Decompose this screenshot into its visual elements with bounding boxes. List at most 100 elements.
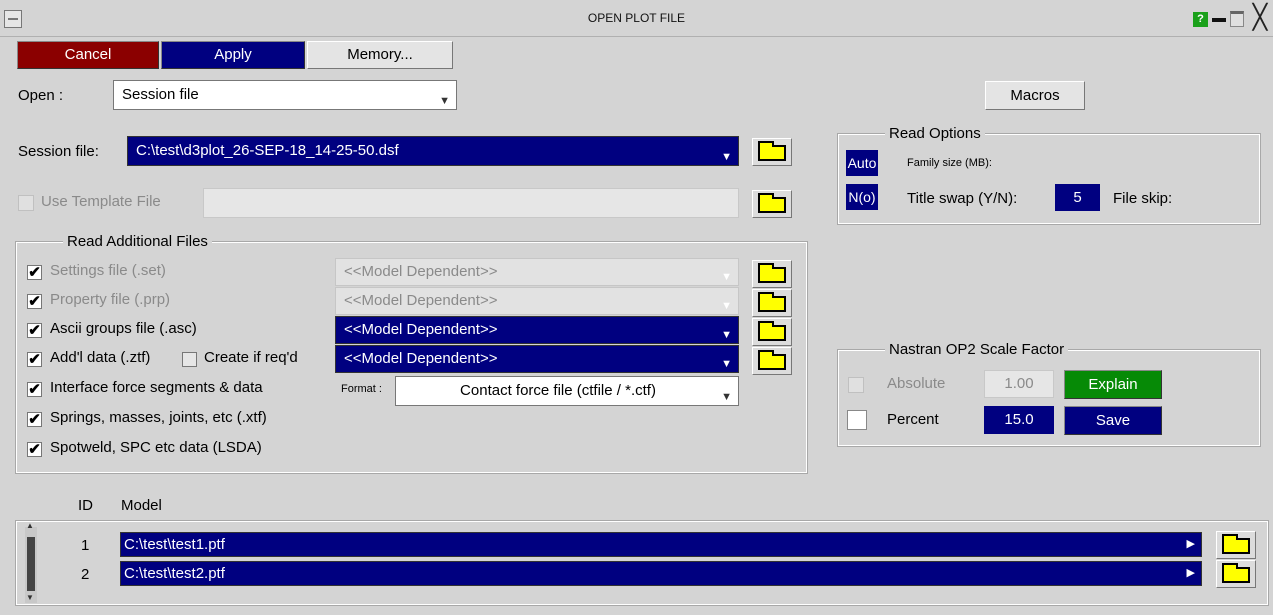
ascii-groups-dropdown[interactable]: <<Model Dependent>> ▼ — [335, 316, 739, 344]
model-row-id: 1 — [81, 537, 90, 554]
apply-button[interactable]: Apply — [161, 41, 305, 69]
model-path: C:\test\test1.ptf — [124, 536, 225, 553]
format-value: Contact force file (ctfile / *.ctf) — [460, 382, 656, 399]
file-skip-input[interactable]: 5 — [1055, 184, 1100, 211]
ascii-groups-value: <<Model Dependent>> — [344, 321, 498, 338]
explain-button[interactable]: Explain — [1064, 370, 1162, 399]
help-icon[interactable]: ? — [1193, 12, 1208, 27]
cancel-button[interactable]: Cancel — [17, 41, 159, 69]
save-button[interactable]: Save — [1064, 406, 1162, 435]
spotweld-label: Spotweld, SPC etc data (LSDA) — [50, 439, 262, 456]
property-file-label: Property file (.prp) — [50, 291, 171, 308]
folder-icon — [758, 141, 786, 161]
springs-label: Springs, masses, joints, etc (.xtf) — [50, 409, 267, 426]
scrollbar-thumb[interactable] — [27, 537, 35, 591]
interface-force-checkbox[interactable]: ✔ — [27, 382, 42, 397]
family-size-label: Family size (MB): — [907, 157, 992, 169]
id-column-header: ID — [78, 497, 93, 514]
scroll-down-icon[interactable]: ▼ — [26, 593, 34, 602]
dropdown-arrow-icon: ▼ — [721, 358, 732, 370]
model-path: C:\test\test2.ptf — [124, 565, 225, 582]
dropdown-arrow-icon: ▼ — [439, 95, 450, 107]
springs-checkbox[interactable]: ✔ — [27, 412, 42, 427]
absolute-value-input[interactable]: 1.00 — [984, 370, 1054, 398]
model-folder-button[interactable] — [1216, 560, 1256, 588]
folder-icon — [758, 292, 786, 312]
percent-value-input[interactable]: 15.0 — [984, 406, 1054, 434]
read-options-legend: Read Options — [885, 125, 985, 142]
session-file-value: C:\test\d3plot_26-SEP-18_14-25-50.dsf — [136, 142, 399, 159]
property-file-dropdown[interactable]: <<Model Dependent>> ▼ — [335, 287, 739, 315]
settings-file-label: Settings file (.set) — [50, 262, 166, 279]
model-list-scrollbar[interactable]: ▲ ▼ — [25, 521, 37, 603]
addl-data-checkbox[interactable]: ✔ — [27, 352, 42, 367]
model-row[interactable]: C:\test\test2.ptf ▶ — [120, 561, 1202, 586]
format-label: Format : — [341, 383, 382, 395]
open-type-dropdown[interactable]: Session file ▼ — [113, 80, 457, 110]
addl-data-folder-button[interactable] — [752, 347, 792, 375]
session-file-label: Session file: — [18, 143, 99, 160]
model-row-id: 2 — [81, 566, 90, 583]
no-button[interactable]: N(o) — [846, 184, 878, 210]
template-folder-button[interactable] — [752, 190, 792, 218]
format-dropdown[interactable]: Contact force file (ctfile / *.ctf) ▼ — [395, 376, 739, 406]
spotweld-checkbox[interactable]: ✔ — [27, 442, 42, 457]
window-title: OPEN PLOT FILE — [587, 11, 686, 25]
addl-data-value: <<Model Dependent>> — [344, 350, 498, 367]
model-row[interactable]: C:\test\test1.ptf ▶ — [120, 532, 1202, 557]
macros-button[interactable]: Macros — [985, 81, 1085, 110]
memory-button[interactable]: Memory... — [307, 41, 453, 69]
create-if-reqd-label: Create if req'd — [204, 349, 298, 366]
dropdown-arrow-icon: ▼ — [721, 391, 732, 403]
folder-icon — [758, 263, 786, 283]
maximize-icon[interactable] — [1230, 11, 1244, 27]
addl-data-dropdown[interactable]: <<Model Dependent>> ▼ — [335, 345, 739, 373]
settings-folder-button[interactable] — [752, 260, 792, 288]
title-swap-label: Title swap (Y/N): — [907, 190, 1018, 207]
template-file-input[interactable] — [203, 188, 739, 218]
property-folder-button[interactable] — [752, 289, 792, 317]
settings-file-checkbox[interactable]: ✔ — [27, 265, 42, 280]
session-folder-button[interactable] — [752, 138, 792, 166]
open-label: Open : — [18, 87, 64, 104]
ascii-groups-label: Ascii groups file (.asc) — [50, 320, 197, 337]
open-type-value: Session file — [122, 86, 199, 103]
expand-right-icon[interactable]: ▶ — [1187, 533, 1195, 556]
property-file-checkbox[interactable]: ✔ — [27, 294, 42, 309]
system-menu-icon[interactable] — [4, 10, 22, 28]
folder-icon — [1222, 534, 1250, 554]
file-skip-label: File skip: — [1113, 190, 1173, 207]
scroll-up-icon[interactable]: ▲ — [26, 521, 34, 530]
folder-icon — [758, 321, 786, 341]
minimize-icon[interactable] — [1212, 18, 1226, 22]
dropdown-arrow-icon: ▼ — [721, 151, 732, 163]
settings-file-dropdown[interactable]: <<Model Dependent>> ▼ — [335, 258, 739, 286]
settings-file-value: <<Model Dependent>> — [344, 263, 498, 280]
ascii-groups-folder-button[interactable] — [752, 318, 792, 346]
auto-button[interactable]: Auto — [846, 150, 878, 176]
dropdown-arrow-icon: ▼ — [721, 271, 732, 283]
template-checkbox[interactable] — [18, 195, 34, 211]
close-icon[interactable]: ╳ — [1249, 6, 1271, 30]
session-file-dropdown[interactable]: C:\test\d3plot_26-SEP-18_14-25-50.dsf ▼ — [127, 136, 739, 166]
nastran-legend: Nastran OP2 Scale Factor — [885, 341, 1069, 358]
folder-icon — [1222, 563, 1250, 583]
folder-icon — [758, 193, 786, 213]
model-folder-button[interactable] — [1216, 531, 1256, 559]
expand-right-icon[interactable]: ▶ — [1187, 562, 1195, 585]
folder-icon — [758, 350, 786, 370]
percent-label: Percent — [887, 411, 939, 428]
create-if-reqd-checkbox[interactable] — [182, 352, 197, 367]
read-options-group — [837, 133, 1261, 225]
model-column-header: Model — [121, 497, 162, 514]
addl-data-label: Add'l data (.ztf) — [50, 349, 151, 366]
dropdown-arrow-icon: ▼ — [721, 329, 732, 341]
percent-checkbox[interactable] — [847, 410, 867, 430]
read-additional-legend: Read Additional Files — [63, 233, 212, 250]
interface-force-label: Interface force segments & data — [50, 379, 263, 396]
absolute-checkbox[interactable] — [848, 377, 864, 393]
open-plot-file-window: OPEN PLOT FILE ? ╳ Cancel Apply Memory..… — [0, 0, 1273, 615]
ascii-groups-checkbox[interactable]: ✔ — [27, 323, 42, 338]
dropdown-arrow-icon: ▼ — [721, 300, 732, 312]
template-label: Use Template File — [41, 193, 161, 210]
